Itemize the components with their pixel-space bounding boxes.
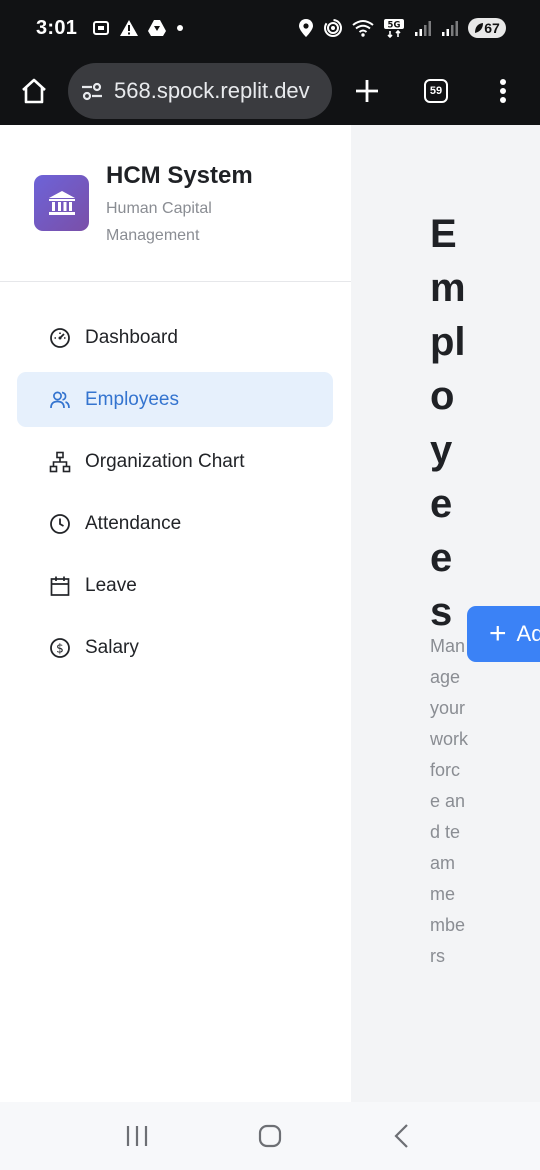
battery-indicator: 67 xyxy=(468,18,506,38)
sidebar-item-label: Leave xyxy=(85,574,137,596)
add-button-label: Ad xyxy=(516,621,540,646)
employees-icon xyxy=(49,389,71,411)
hotspot-icon xyxy=(324,19,342,37)
sidebar-item-dashboard[interactable]: Dashboard xyxy=(17,310,333,365)
sidebar-item-label: Salary xyxy=(85,636,139,658)
tab-switcher-button[interactable]: 59 xyxy=(402,56,470,125)
battery-level: 67 xyxy=(484,20,500,36)
sidebar-nav: Dashboard Employees Organization Chart A… xyxy=(17,310,333,682)
calendar-icon xyxy=(49,575,71,597)
browser-toolbar: 568.spock.replit.dev 59 xyxy=(0,56,540,125)
new-tab-button[interactable] xyxy=(332,56,402,125)
add-employee-button[interactable]: + Ad xyxy=(467,606,540,662)
leaf-icon xyxy=(475,23,484,33)
recent-apps-button[interactable] xyxy=(107,1106,167,1166)
warning-icon xyxy=(120,20,139,36)
network-5g-icon: 5G xyxy=(384,19,404,38)
tab-count: 59 xyxy=(424,78,448,103)
home-circle-icon xyxy=(258,1124,282,1148)
brand-subtitle: Human Capital Management xyxy=(106,200,212,244)
main-content: Employees Manage your workforce and team… xyxy=(351,125,540,1102)
screenshot-icon xyxy=(93,21,110,35)
status-system-icons: 5G 67 xyxy=(298,18,506,38)
sidebar-item-employees[interactable]: Employees xyxy=(17,372,333,427)
sidebar-item-label: Organization Chart xyxy=(85,450,245,472)
web-content: HCM System Human Capital Management Dash… xyxy=(0,125,540,1102)
signal-icon xyxy=(415,21,431,36)
brand-header: HCM System Human Capital Management xyxy=(0,125,351,282)
back-icon xyxy=(394,1124,409,1148)
recent-apps-icon xyxy=(126,1126,147,1146)
address-bar[interactable]: 568.spock.replit.dev xyxy=(68,62,332,119)
dashboard-icon xyxy=(49,327,71,349)
clock-icon xyxy=(49,513,71,535)
home-button[interactable] xyxy=(0,56,68,125)
sidebar-item-leave[interactable]: Leave xyxy=(17,558,333,613)
system-navigation-bar xyxy=(0,1102,540,1170)
sidebar-item-label: Employees xyxy=(85,388,179,410)
browser-menu-button[interactable] xyxy=(470,56,536,125)
plus-icon: + xyxy=(489,617,507,650)
sidebar-item-label: Attendance xyxy=(85,512,182,534)
status-time: 3:01 xyxy=(36,16,78,39)
drive-icon xyxy=(148,20,167,36)
status-bar: 3:01 5G 67 xyxy=(0,0,540,56)
dollar-icon: $ xyxy=(49,637,71,659)
sidebar-item-attendance[interactable]: Attendance xyxy=(17,496,333,551)
url-text[interactable]: 568.spock.replit.dev xyxy=(114,78,310,104)
svg-text:5G: 5G xyxy=(388,20,401,30)
more-vertical-icon xyxy=(500,78,506,103)
org-chart-icon xyxy=(49,451,71,473)
status-notification-icons xyxy=(91,18,185,38)
back-button[interactable] xyxy=(373,1106,433,1166)
home-icon xyxy=(22,78,46,103)
page-subtitle: Manage your workforce and team members xyxy=(430,636,469,966)
sidebar-item-salary[interactable]: $ Salary xyxy=(17,620,333,675)
sidebar-item-label: Dashboard xyxy=(85,326,178,348)
plus-icon xyxy=(356,79,378,102)
home-nav-button[interactable] xyxy=(240,1106,300,1166)
page-title: Employees xyxy=(430,212,466,634)
site-settings-icon[interactable] xyxy=(80,79,104,103)
bank-icon xyxy=(48,191,75,215)
sidebar: HCM System Human Capital Management Dash… xyxy=(0,125,351,1102)
signal-icon-2 xyxy=(442,21,458,36)
brand-title: HCM System xyxy=(106,162,253,189)
brand-logo xyxy=(34,175,89,231)
sidebar-item-organization-chart[interactable]: Organization Chart xyxy=(17,434,333,489)
svg-text:$: $ xyxy=(56,641,64,655)
location-icon xyxy=(299,19,313,37)
dot-icon xyxy=(177,25,184,31)
wifi-icon xyxy=(352,20,374,37)
